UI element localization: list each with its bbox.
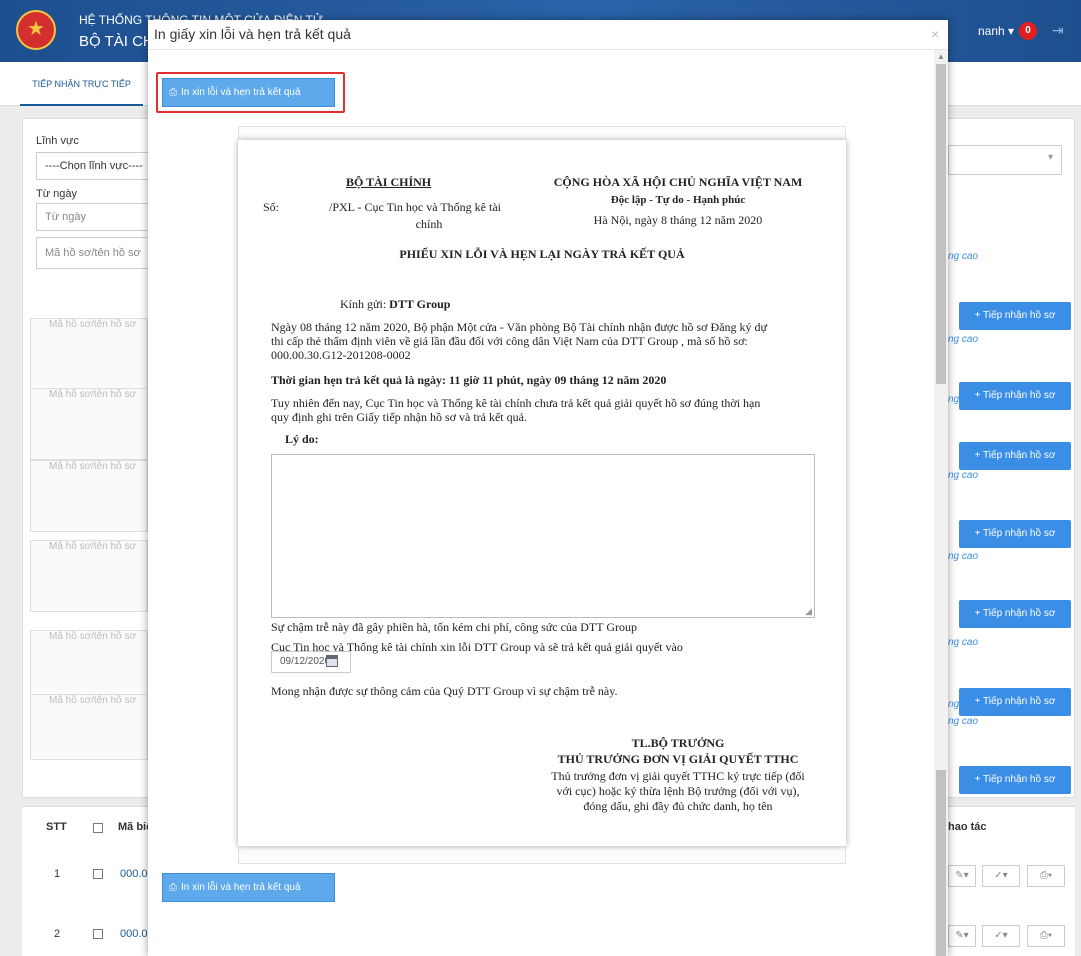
doc-number-label: Số: (263, 200, 280, 214)
close-icon[interactable]: × (931, 26, 939, 42)
doc-para1-line1: Ngày 08 tháng 12 năm 2020, Bộ phận Một c… (271, 320, 768, 334)
modal-header: In giấy xin lỗi và hẹn trả kết quả × (148, 20, 948, 50)
doc-org-name: BỘ TÀI CHÍNH (346, 175, 432, 189)
edit-button[interactable]: ✎▾ (948, 925, 976, 947)
doc-number-value-cont: chính (415, 217, 443, 231)
apology-document: BỘ TÀI CHÍNH Số: /PXL - Cục Tin học và T… (238, 140, 846, 846)
printer-icon: ⎙ (169, 882, 177, 893)
modal-title: In giấy xin lỗi và hẹn trả kết quả (154, 26, 351, 42)
doc-sign-title1: TL.BỘ TRƯỞNG (631, 736, 725, 750)
resize-handle-icon[interactable]: ◢ (805, 606, 812, 617)
print-button-label: In xin lỗi và hẹn trả kết quả (181, 882, 301, 893)
scroll-up-icon[interactable]: ▲ (934, 50, 948, 64)
advanced-search-link[interactable]: ng cao (948, 551, 978, 562)
reason-textarea[interactable]: ◢ (271, 454, 815, 618)
list-item: Mã hồ sơ/tên hồ sơ (30, 540, 148, 612)
row-checkbox[interactable] (93, 929, 103, 939)
linh-vuc-label: Lĩnh vực (36, 135, 79, 147)
advanced-search-link[interactable]: ng cao (948, 251, 978, 262)
recipient-label: Kính gửi: (340, 297, 387, 311)
search-input[interactable]: Mã hồ sơ/tên hồ sơ (36, 237, 156, 269)
doc-sign-note3: đóng dấu, ghi đầy đủ chức danh, họ tên (583, 799, 773, 813)
scroll-thumb-lower[interactable] (936, 770, 946, 956)
list-item: Mã hồ sơ/tên hồ sơ (30, 318, 148, 390)
row-stt: 1 (54, 868, 61, 880)
print-apology-modal: In giấy xin lỗi và hẹn trả kết quả × ⎙ In… (148, 20, 948, 956)
return-date-input[interactable]: 09/12/2020 (271, 651, 351, 673)
linh-vuc-select[interactable]: ----Chọn lĩnh vực---- (36, 152, 156, 180)
advanced-search-link[interactable]: ng cao (948, 637, 978, 648)
receive-button[interactable]: + Tiếp nhận hồ sơ (959, 520, 1071, 548)
receive-button[interactable]: + Tiếp nhận hồ sơ (959, 442, 1071, 470)
doc-para2-line2: quy định ghi trên Giấy tiếp nhận hồ sơ v… (271, 410, 527, 424)
row-checkbox[interactable] (93, 869, 103, 879)
advanced-search-link[interactable]: ng cao (948, 334, 978, 345)
doc-motto: Độc lập - Tự do - Hạnh phúc (610, 194, 746, 206)
list-item: Mã hồ sơ/tên hồ sơ (30, 460, 148, 532)
advanced-search-link[interactable]: ng cao (948, 470, 978, 481)
right-select[interactable] (948, 145, 1062, 175)
select-all-checkbox[interactable] (93, 823, 103, 833)
row-stt: 2 (54, 928, 61, 940)
doc-para1-line3: 000.00.30.G12-201208-0002 (271, 348, 411, 362)
doc-sign-note1: Thủ trưởng đơn vị giải quyết TTHC ký trự… (551, 769, 805, 783)
doc-recipient: Kính gửi: DTT Group (340, 297, 450, 312)
doc-title: PHIẾU XIN LỖI VÀ HẸN LẠI NGÀY TRẢ KẾT QU… (399, 247, 685, 261)
approve-button[interactable]: ✓▾ (982, 865, 1020, 887)
list-item: Mã hồ sơ/tên hồ sơ (30, 630, 148, 702)
doc-sign-title2: THỦ TRƯỞNG ĐƠN VỊ GIẢI QUYẾT TTHC (557, 752, 799, 766)
doc-number-value: /PXL - Cục Tin học và Thống kê tài (329, 200, 501, 214)
user-menu[interactable]: nanh ▾ (978, 24, 1014, 38)
print-apology-button-bottom[interactable]: ⎙ In xin lỗi và hẹn trả kết quả (162, 873, 335, 902)
doc-para1-line2: thi cấp thẻ thẩm định viên về giá lần đầ… (271, 334, 748, 348)
doc-appointment: Thời gian hẹn trả kết quả là ngày: 11 gi… (271, 373, 667, 387)
national-emblem-icon: ★ (16, 10, 56, 50)
scroll-thumb[interactable] (936, 64, 946, 384)
notification-badge[interactable]: 0 (1019, 22, 1037, 40)
print-icon[interactable]: ⎙▾ (1027, 925, 1065, 947)
doc-place-date: Hà Nội, ngày 8 tháng 12 năm 2020 (593, 213, 763, 227)
doc-para2-line1: Tuy nhiên đến nay, Cục Tin học và Thống … (271, 396, 761, 410)
modal-scrollbar[interactable]: ▲ (934, 50, 948, 956)
receive-button[interactable]: + Tiếp nhận hồ sơ (959, 600, 1071, 628)
highlight-box (156, 72, 345, 113)
column-header-actions: hao tác (948, 821, 987, 833)
list-item: Mã hồ sơ/tên hồ sơ (30, 388, 148, 460)
list-item: Mã hồ sơ/tên hồ sơ (30, 694, 148, 760)
tu-ngay-label: Từ ngày (36, 188, 77, 200)
print-icon[interactable]: ⎙▾ (1027, 865, 1065, 887)
recipient-name: DTT Group (389, 297, 451, 311)
advanced-search-link[interactable]: ng cao (948, 699, 978, 710)
row-code-link[interactable]: 000.0 (120, 868, 148, 880)
receive-button[interactable]: + Tiếp nhận hồ sơ (959, 766, 1071, 794)
receive-button[interactable]: + Tiếp nhận hồ sơ (959, 302, 1071, 330)
doc-sign-note2: với cục) hoặc ký thừa lệnh Bộ trưởng (đố… (556, 784, 800, 798)
advanced-search-link[interactable]: ng cao (948, 716, 978, 727)
doc-delay-text: Sự chậm trễ này đã gây phiền hà, tốn kém… (271, 620, 638, 634)
edit-button[interactable]: ✎▾ (948, 865, 976, 887)
row-code-link[interactable]: 000.0 (120, 928, 148, 940)
approve-button[interactable]: ✓▾ (982, 925, 1020, 947)
advanced-search-link[interactable]: ng cao (948, 394, 978, 405)
tab-tiep-nhan-truc-tiep[interactable]: TIẾP NHẬN TRỰC TIẾP (20, 62, 143, 106)
doc-nation: CỘNG HÒA XÃ HỘI CHỦ NGHĨA VIỆT NAM (553, 175, 803, 189)
doc-reason-label: Lý do: (285, 432, 319, 446)
column-header-stt: STT (46, 821, 67, 833)
logout-icon[interactable]: ⇥ (1052, 22, 1064, 39)
tu-ngay-input[interactable]: Từ ngày (36, 203, 156, 231)
doc-thanks: Mong nhận được sự thông cảm của Quý DTT … (271, 684, 618, 698)
calendar-icon[interactable] (326, 655, 338, 667)
